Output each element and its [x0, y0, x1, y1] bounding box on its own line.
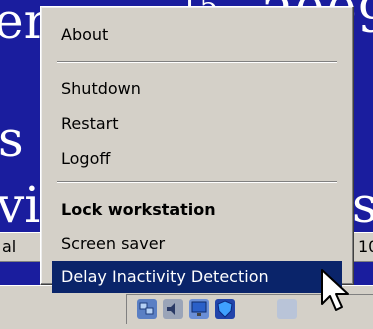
- menu-item-delay-inactivity-detection[interactable]: Delay Inactivity Detection: [52, 261, 342, 293]
- menu-separator: [57, 181, 337, 183]
- background-text-fragment: s: [0, 110, 24, 168]
- volume-icon[interactable]: [163, 299, 183, 319]
- menu-item-screen-saver[interactable]: Screen saver: [52, 228, 342, 260]
- menu-item-restart[interactable]: Restart: [52, 108, 342, 140]
- background-text-fragment: 10: [358, 237, 373, 256]
- menu-item-shutdown[interactable]: Shutdown: [52, 73, 342, 105]
- background-text-fragment: st: [352, 176, 373, 234]
- menu-item-logoff[interactable]: Logoff: [52, 143, 342, 175]
- background-text-fragment: vi: [0, 176, 41, 234]
- background-text-fragment: al: [2, 237, 17, 256]
- tray-context-menu: About Shutdown Restart Logoff Lock works…: [40, 6, 354, 293]
- app-icon[interactable]: [277, 299, 297, 319]
- menu-separator: [57, 61, 337, 63]
- shield-icon[interactable]: [215, 299, 235, 319]
- network-icon[interactable]: [137, 299, 157, 319]
- menu-item-lock-workstation[interactable]: Lock workstation: [52, 194, 342, 226]
- monitor-icon[interactable]: [189, 299, 209, 319]
- mouse-cursor-icon: [321, 269, 349, 311]
- menu-item-about[interactable]: About: [52, 19, 342, 51]
